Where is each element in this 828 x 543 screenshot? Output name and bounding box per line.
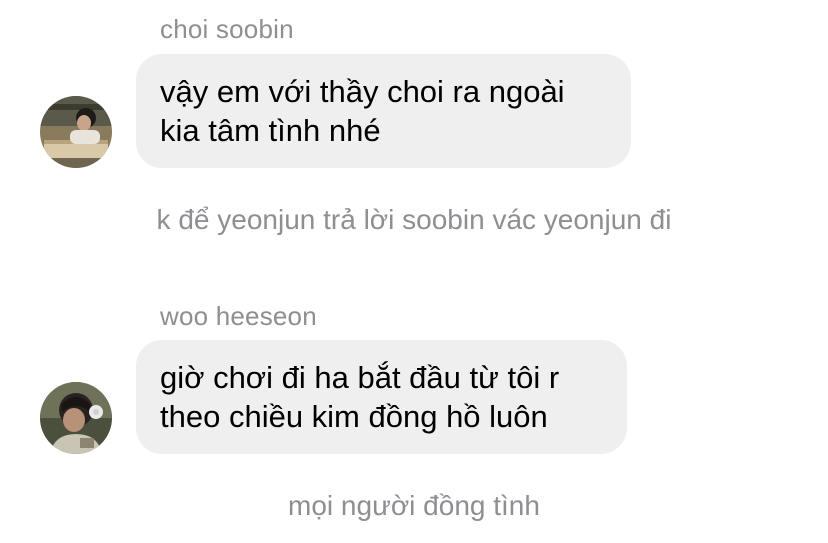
message-bubble[interactable]: giờ chơi đi ha bắt đầu từ tôi r theo chi… [136, 340, 627, 454]
message-text: kia tâm tình nhé [160, 113, 381, 148]
avatar[interactable] [40, 96, 112, 168]
message-text: giờ chơi đi ha bắt đầu từ tôi r [160, 360, 560, 395]
message-text: vậy em với thầy choi ra ngoài [160, 74, 565, 109]
system-message: mọi người đồng tình [288, 490, 540, 521]
system-message: k để yeonjun trả lời soobin vác yeonjun … [156, 204, 672, 235]
message-bubble[interactable]: vậy em với thầy choi ra ngoài kia tâm tì… [136, 54, 631, 168]
sender-name: choi soobin [160, 14, 294, 44]
user-photo-icon [40, 382, 112, 454]
chat-thread: choi soobin vậy em với thầy choi ra ngoà… [0, 0, 828, 543]
sender-name: woo heeseon [160, 301, 317, 331]
message-text: theo chiều kim đồng hồ luôn [160, 399, 548, 434]
user-photo-icon [40, 96, 112, 168]
avatar[interactable] [40, 382, 112, 454]
